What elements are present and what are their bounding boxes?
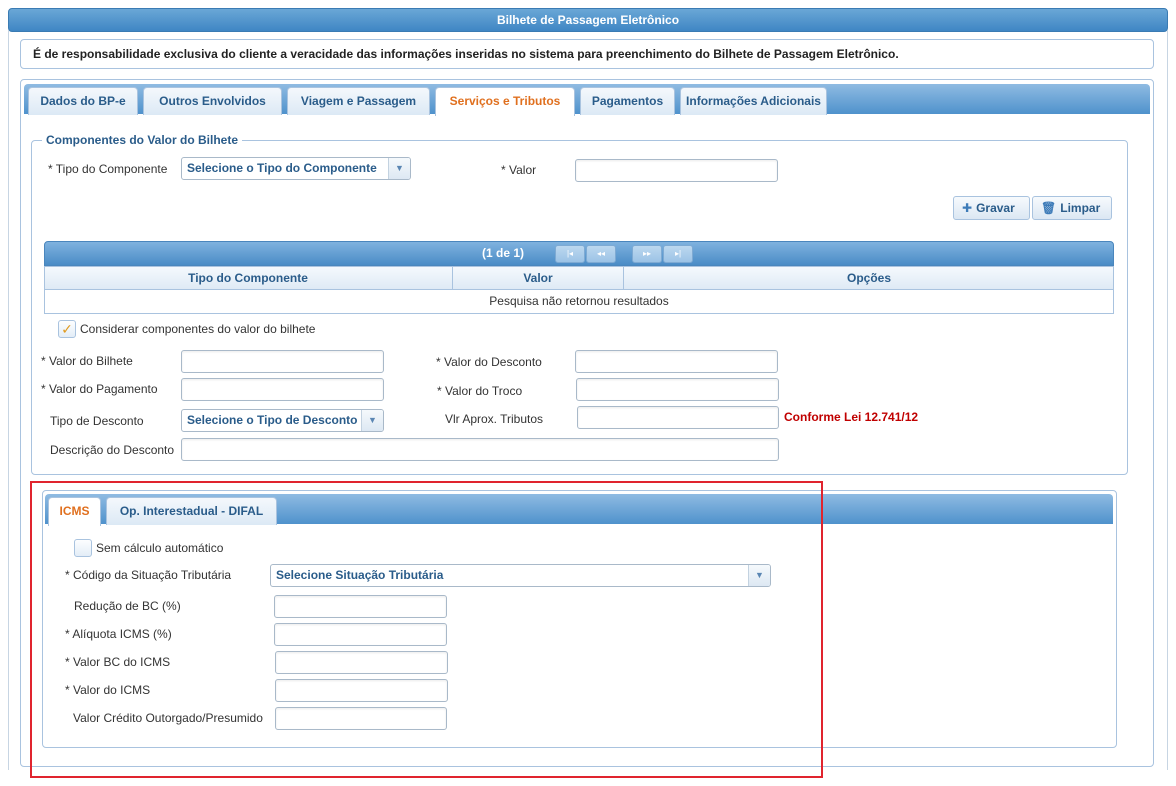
vlr-aprox-input[interactable] (577, 406, 779, 429)
tab-pagamentos[interactable]: Pagamentos (580, 87, 675, 115)
vlr-aprox-label: Vlr Aprox. Tributos (445, 412, 544, 426)
col-valor[interactable]: Valor (453, 266, 624, 290)
tipo-desconto-value: Selecione o Tipo de Desconto (187, 413, 358, 427)
valor-troco-label: * Valor do Troco (437, 384, 523, 398)
valor-desconto-label: * Valor do Desconto (436, 355, 542, 369)
tab-viagem-passagem[interactable]: Viagem e Passagem (287, 87, 430, 115)
tab-informacoes-adicionais[interactable]: Informações Adicionais (680, 87, 827, 115)
valor-label: * Valor (501, 163, 537, 177)
tab-outros-envolvidos[interactable]: Outros Envolvidos (143, 87, 282, 115)
pager-status: (1 de 1) (482, 246, 525, 260)
tipo-componente-label: * Tipo do Componente (48, 162, 168, 176)
limpar-button[interactable]: 🗑 Limpar (1032, 196, 1112, 220)
considerar-label: Considerar componentes do valor do bilhe… (80, 322, 316, 336)
tab-servicos-tributos[interactable]: Serviços e Tributos (435, 87, 575, 116)
tipo-componente-value: Selecione o Tipo do Componente (187, 161, 377, 175)
tipo-desconto-select[interactable]: Selecione o Tipo de Desconto ▼ (181, 409, 384, 432)
trash-icon: 🗑 (1041, 201, 1057, 215)
valor-pagamento-input[interactable] (181, 378, 384, 401)
grid-empty-message: Pesquisa não retornou resultados (44, 290, 1114, 314)
components-legend: Componentes do Valor do Bilhete (42, 133, 243, 147)
valor-input[interactable] (575, 159, 778, 182)
prev-page-icon[interactable]: ◂◂ (586, 245, 616, 263)
gravar-button[interactable]: ✚ Gravar (953, 196, 1030, 220)
page-title: Bilhete de Passagem Eletrônico (8, 8, 1168, 32)
col-tipo-componente[interactable]: Tipo do Componente (44, 266, 453, 290)
valor-troco-input[interactable] (576, 378, 779, 401)
considerar-checkbox[interactable]: ✓ (58, 320, 76, 338)
checkmark-icon: ✓ (61, 321, 73, 337)
valor-desconto-input[interactable] (575, 350, 778, 373)
responsibility-notice: É de responsabilidade exclusiva do clien… (20, 39, 1154, 69)
next-page-icon[interactable]: ▸▸ (632, 245, 662, 263)
chevron-down-icon[interactable]: ▼ (388, 158, 410, 179)
descricao-desconto-input[interactable] (181, 438, 779, 461)
descricao-desconto-label: Descrição do Desconto (50, 443, 175, 457)
valor-pagamento-label: * Valor do Pagamento (41, 382, 158, 396)
lei-note: Conforme Lei 12.741/12 (784, 410, 919, 424)
tipo-componente-select[interactable]: Selecione o Tipo do Componente ▼ (181, 157, 411, 180)
last-page-icon[interactable]: ▸| (663, 245, 693, 263)
highlight-box (30, 481, 823, 778)
col-opcoes: Opções (846, 271, 891, 285)
valor-bilhete-input[interactable] (181, 350, 384, 373)
tab-dados-bpe[interactable]: Dados do BP-e (28, 87, 138, 115)
valor-bilhete-label: * Valor do Bilhete (41, 354, 133, 368)
tipo-desconto-label: Tipo de Desconto (50, 414, 144, 428)
chevron-down-icon[interactable]: ▼ (361, 410, 383, 431)
plus-icon: ✚ (962, 201, 973, 215)
first-page-icon[interactable]: |◂ (555, 245, 585, 263)
